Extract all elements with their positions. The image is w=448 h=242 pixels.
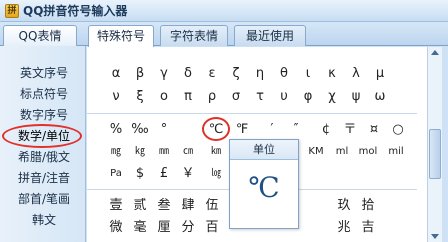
symbol-cell[interactable]: 吉 [356, 217, 380, 239]
symbol-cell[interactable]: 肆 [176, 195, 200, 217]
symbol-cell[interactable]: 贰 [128, 195, 152, 217]
symbol-cell[interactable]: δ [176, 63, 200, 85]
preview-category-label: 单位 [230, 140, 298, 160]
category-radicals-strokes[interactable]: 部首/笔画 [4, 189, 84, 210]
symbol-cell[interactable]: 叁 [152, 195, 176, 217]
tab-qq-emoji[interactable]: QQ表情 [3, 25, 77, 46]
symbol-cell[interactable]: ′ [260, 119, 284, 141]
symbol-cell[interactable]: φ [296, 86, 320, 108]
symbol-cell[interactable]: KM [304, 141, 328, 163]
symbol-cell[interactable]: ζ [224, 63, 248, 85]
symbol-cell[interactable]: π [176, 86, 200, 108]
symbol-cell[interactable]: % [104, 119, 128, 141]
symbol-cell[interactable]: mil [384, 141, 408, 163]
symbol-cell[interactable]: ㎏ [128, 141, 152, 163]
title-bar: 拼 QQ拼音符号输入器 [0, 0, 448, 22]
symbol-cell[interactable]: γ [152, 63, 176, 85]
symbol-cell[interactable]: η [248, 63, 272, 85]
symbol-cell[interactable]: 玖 [332, 195, 356, 217]
symbol-cell[interactable]: ρ [200, 86, 224, 108]
category-greek-russian[interactable]: 希腊/俄文 [4, 147, 84, 168]
symbol-cell[interactable]: ω [368, 86, 392, 108]
symbol-cell[interactable]: ○ [386, 119, 410, 141]
symbol-cell[interactable]: μ [368, 63, 392, 85]
symbol-cell[interactable]: ψ [344, 86, 368, 108]
category-punctuation[interactable]: 标点符号 [4, 84, 84, 105]
symbol-cell[interactable]: θ [272, 63, 296, 85]
symbol-cell[interactable]: ¤ [362, 119, 386, 141]
symbol-cell[interactable]: ℉ [230, 119, 254, 141]
symbol-cell[interactable]: β [128, 63, 152, 85]
symbol-preview-tooltip: 单位 ℃ [229, 139, 299, 229]
tab-special-symbols[interactable]: 特殊符号 [88, 25, 154, 47]
symbol-cell[interactable]: £ [152, 163, 176, 185]
symbol-cell[interactable]: κ [320, 63, 344, 85]
symbol-cell[interactable]: ¢ [314, 119, 338, 141]
symbol-cell[interactable]: ″ [284, 119, 308, 141]
symbol-cell[interactable]: ° [152, 119, 176, 141]
symbol-cell[interactable]: ε [200, 63, 224, 85]
symbol-grid: α β γ δ ε ζ η θ ι κ λ μ ν ξ ο π ρ σ τ υ … [87, 47, 427, 242]
symbol-cell[interactable]: 厘 [152, 217, 176, 239]
symbol-cell[interactable]: α [104, 63, 128, 85]
category-english-ordinal[interactable]: 英文序号 [4, 63, 84, 84]
symbol-cell[interactable]: mol [356, 141, 380, 163]
symbol-cell[interactable]: 壹 [104, 195, 128, 217]
symbol-cell[interactable]: 〒 [338, 119, 362, 141]
symbol-cell[interactable]: ㎜ [152, 141, 176, 163]
symbol-cell[interactable]: ο [152, 86, 176, 108]
symbol-cell[interactable]: ￥ [176, 163, 200, 185]
qq-pinyin-icon: 拼 [5, 3, 19, 18]
hovered-symbol-highlight [202, 117, 230, 141]
symbol-cell[interactable]: ㎝ [176, 141, 200, 163]
category-number-ordinal[interactable]: 数字序号 [4, 105, 84, 126]
symbol-cell[interactable]: λ [344, 63, 368, 85]
scroll-down-icon[interactable] [431, 234, 439, 239]
tab-char-emoji[interactable]: 字符表情 [160, 25, 228, 46]
symbol-cell[interactable]: $ [128, 163, 152, 185]
symbol-cell[interactable]: 拾 [356, 195, 380, 217]
symbol-cell[interactable]: ι [296, 63, 320, 85]
symbol-cell[interactable]: ‰ [128, 119, 152, 141]
symbol-cell[interactable]: σ [224, 86, 248, 108]
symbol-cell[interactable]: 毫 [128, 217, 152, 239]
window-title: QQ拼音符号输入器 [23, 4, 128, 18]
symbol-cell[interactable]: 伍 [200, 195, 224, 217]
symbol-cell[interactable]: υ [272, 86, 296, 108]
symbol-cell[interactable]: 微 [104, 217, 128, 239]
symbol-cell[interactable]: ξ [128, 86, 152, 108]
symbol-cell[interactable]: ㎎ [104, 141, 128, 163]
symbol-cell[interactable]: Pa [104, 163, 128, 185]
symbol-cell[interactable]: 兆 [332, 217, 356, 239]
symbol-cell[interactable]: ν [104, 86, 128, 108]
row-divider [87, 113, 417, 114]
selected-category-highlight [2, 124, 82, 148]
symbol-cell[interactable]: 百 [200, 217, 224, 239]
tab-recent[interactable]: 最近使用 [234, 25, 306, 46]
symbol-cell[interactable]: ㏒ [204, 163, 228, 185]
symbol-cell[interactable]: τ [248, 86, 272, 108]
symbol-cell[interactable]: ml [330, 141, 354, 163]
scroll-thumb[interactable] [429, 129, 441, 179]
category-korean[interactable]: 韩文 [4, 210, 84, 231]
tab-bar: QQ表情 特殊符号 字符表情 最近使用 [0, 22, 448, 47]
symbol-cell[interactable]: 分 [176, 217, 200, 239]
symbol-cell[interactable]: ㎞ [204, 141, 228, 163]
preview-symbol: ℃ [248, 171, 280, 204]
scroll-up-icon[interactable] [431, 50, 439, 55]
vertical-scrollbar[interactable] [427, 47, 442, 242]
symbol-cell[interactable]: χ [320, 86, 344, 108]
category-pinyin-zhuyin[interactable]: 拼音/注音 [4, 168, 84, 189]
category-panel: 英文序号 标点符号 数字序号 数学/单位 希腊/俄文 拼音/注音 部首/笔画 韩… [0, 46, 86, 242]
